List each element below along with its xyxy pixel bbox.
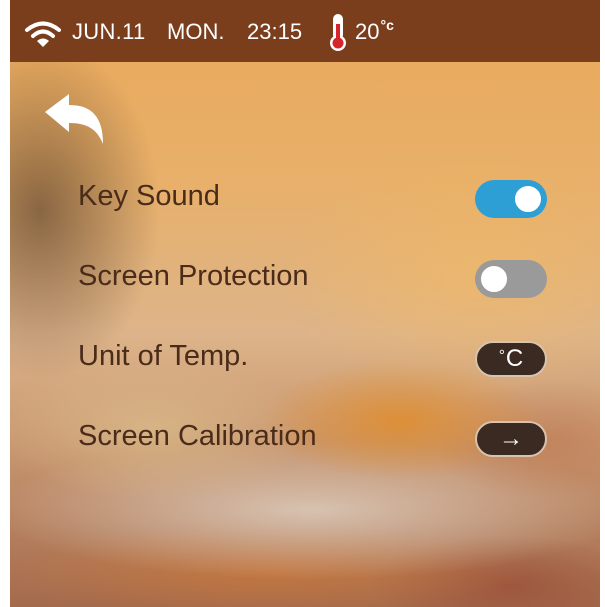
temp-unit-button[interactable]: ° C bbox=[475, 341, 547, 377]
status-date: JUN.11 bbox=[72, 19, 146, 44]
temperature-unit: °c bbox=[380, 17, 394, 33]
right-arrow-icon: → bbox=[499, 425, 523, 452]
screen-protection-label: Screen Protection bbox=[78, 260, 309, 292]
status-time: 23:15 bbox=[247, 19, 303, 44]
wifi-icon bbox=[25, 21, 61, 47]
unit-of-temp-label: Unit of Temp. bbox=[78, 340, 249, 372]
screen-calibration-button[interactable]: → bbox=[475, 421, 547, 457]
screen-protection-toggle[interactable] bbox=[475, 260, 547, 298]
status-bar: JUN.11 MON. 23:15 20°c bbox=[10, 0, 600, 62]
toggle-knob bbox=[478, 263, 510, 295]
key-sound-label: Key Sound bbox=[78, 180, 220, 212]
temp-unit-degree: ° bbox=[498, 346, 505, 364]
status-temperature: 20°c bbox=[355, 17, 394, 45]
key-sound-toggle[interactable] bbox=[475, 180, 547, 218]
settings-screen: JUN.11 MON. 23:15 20°c Key Sound Screen … bbox=[10, 0, 600, 607]
thermometer-icon bbox=[330, 14, 346, 51]
screen-calibration-label: Screen Calibration bbox=[78, 420, 317, 452]
temperature-value: 20 bbox=[355, 19, 380, 44]
temp-unit-value: C bbox=[505, 345, 524, 372]
status-day: MON. bbox=[167, 19, 225, 44]
back-arrow-icon[interactable] bbox=[43, 92, 107, 146]
toggle-knob bbox=[512, 183, 544, 215]
